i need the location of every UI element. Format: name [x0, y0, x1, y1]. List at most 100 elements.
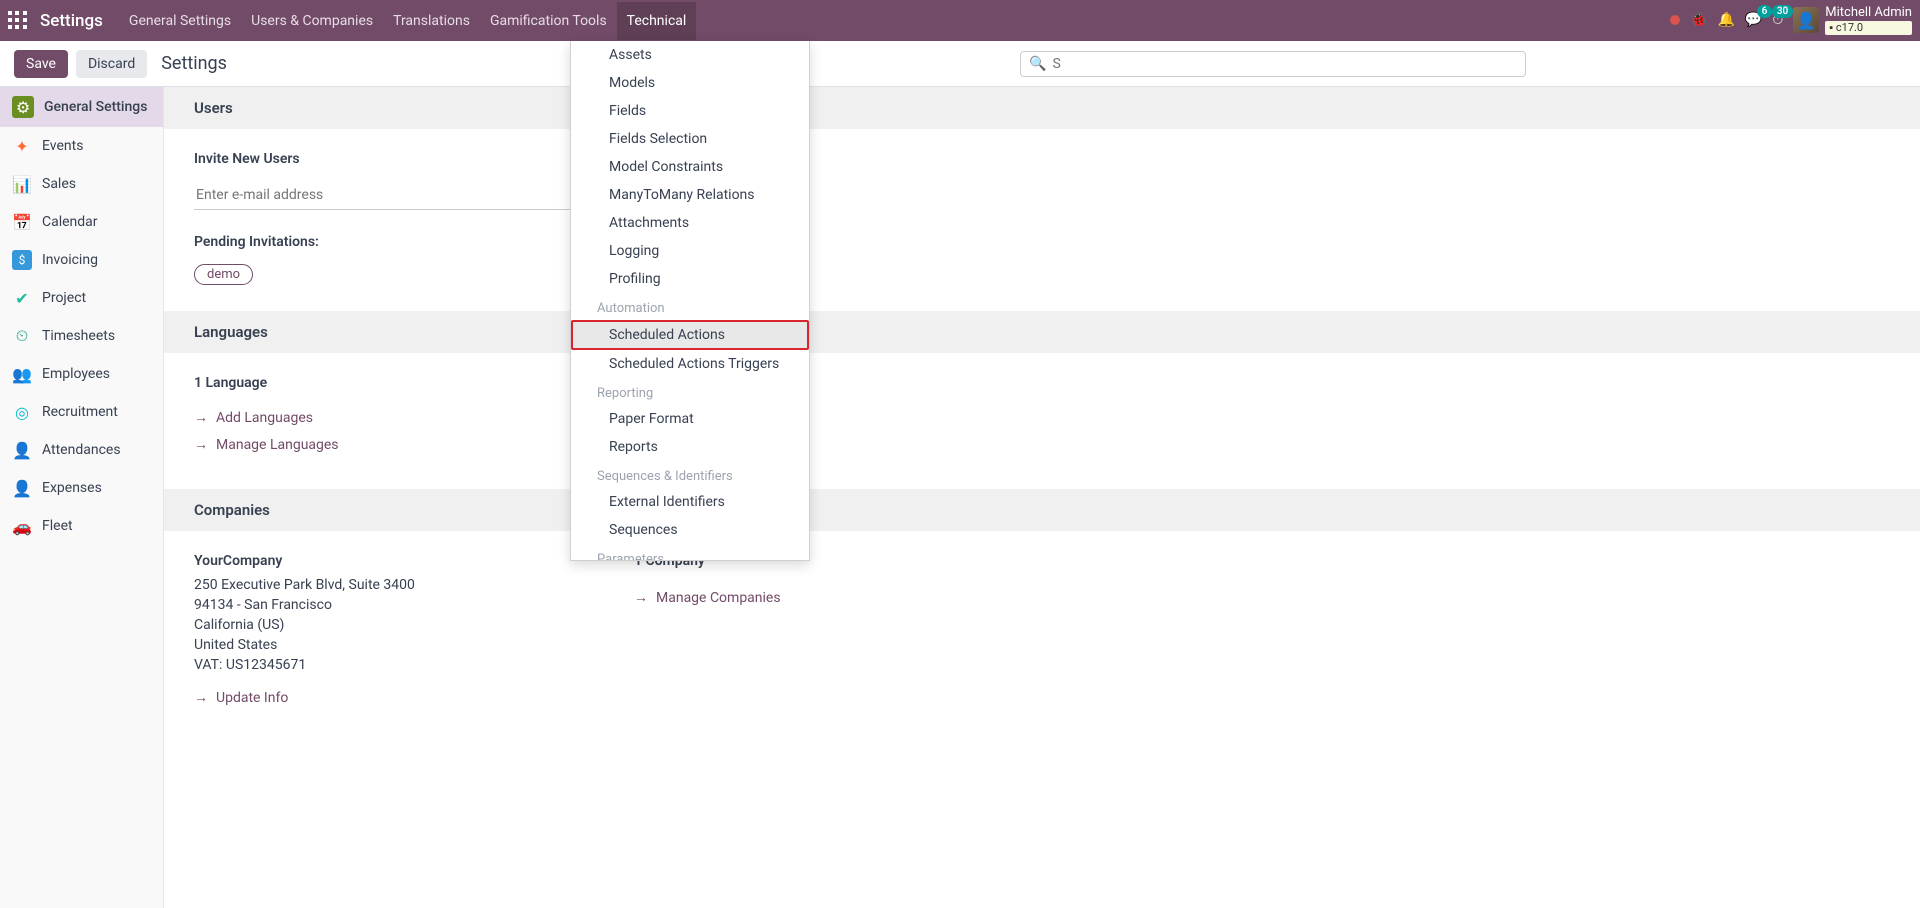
project-icon: ✔ [12, 288, 32, 308]
breadcrumb: Settings [161, 53, 227, 74]
sidebar-item-label: Employees [42, 366, 110, 382]
section-header-companies: Companies [164, 489, 1920, 531]
bug-icon[interactable]: 🐞 [1690, 12, 1707, 28]
search-input[interactable] [1052, 56, 1517, 72]
menu-general-settings[interactable]: General Settings [119, 2, 241, 40]
timesheets-icon: ⏲ [12, 326, 32, 346]
technical-dropdown: Assets Models Fields Fields Selection Mo… [570, 41, 810, 561]
apps-icon[interactable] [8, 11, 28, 31]
dropdown-item-scheduled-actions[interactable]: Scheduled Actions [571, 320, 809, 350]
save-button[interactable]: Save [14, 50, 68, 78]
dropdown-item[interactable]: Model Constraints [571, 153, 809, 181]
events-icon: ✦ [12, 136, 32, 156]
menu-technical[interactable]: Technical [617, 2, 697, 40]
company-name: YourCompany [194, 553, 614, 569]
sidebar-item-invoicing[interactable]: $ Invoicing [0, 241, 163, 279]
dropdown-item[interactable]: Reports [571, 433, 809, 461]
arrow-right-icon: → [194, 409, 208, 426]
sidebar-item-label: Sales [42, 176, 76, 192]
add-languages-link[interactable]: → Add Languages [194, 409, 614, 426]
user-menu[interactable]: 👤 Mitchell Admin ▪ c17.0 [1793, 6, 1912, 34]
navbar-menu: General Settings Users & Companies Trans… [119, 2, 696, 40]
invoicing-icon: $ [12, 250, 32, 270]
arrow-right-icon: → [634, 589, 648, 606]
menu-translations[interactable]: Translations [383, 2, 480, 40]
dropdown-item[interactable]: Logging [571, 237, 809, 265]
invite-users-label: Invite New Users [194, 151, 614, 167]
language-count-label: 1 Language [194, 375, 614, 391]
messages-icon[interactable]: 💬6 [1745, 12, 1762, 28]
sidebar-item-label: Attendances [42, 442, 121, 458]
recording-indicator-icon [1670, 15, 1680, 25]
attendances-icon: 👤 [12, 440, 32, 460]
sidebar-item-label: General Settings [44, 99, 147, 115]
sidebar-item-label: Timesheets [42, 328, 115, 344]
sidebar-item-sales[interactable]: 📊 Sales [0, 165, 163, 203]
sidebar-item-events[interactable]: ✦ Events [0, 127, 163, 165]
dropdown-item[interactable]: ManyToMany Relations [571, 181, 809, 209]
navbar-right: 🐞 🔔 💬6 ⏱30 👤 Mitchell Admin ▪ c17.0 [1670, 6, 1912, 34]
gear-icon: ⚙ [12, 96, 34, 118]
dropdown-item[interactable]: Models [571, 69, 809, 97]
dropdown-item[interactable]: Sequences [571, 516, 809, 544]
company-vat: VAT: US12345671 [194, 657, 614, 673]
sidebar-item-label: Invoicing [42, 252, 98, 268]
expenses-icon: 👤 [12, 478, 32, 498]
app-title: Settings [40, 11, 103, 31]
dropdown-item[interactable]: Profiling [571, 265, 809, 293]
employees-icon: 👥 [12, 364, 32, 384]
dropdown-item[interactable]: External Identifiers [571, 488, 809, 516]
link-label: Manage Languages [216, 437, 339, 453]
manage-companies-link[interactable]: → Manage Companies [634, 589, 1890, 606]
link-label: Manage Companies [656, 590, 781, 606]
sidebar-item-recruitment[interactable]: ◎Recruitment [0, 393, 163, 431]
sidebar-item-label: Expenses [42, 480, 102, 496]
user-name: Mitchell Admin [1825, 6, 1912, 20]
sidebar: ⚙ General Settings ✦ Events 📊 Sales 📅 Calend… [0, 87, 164, 908]
sidebar-item-label: Recruitment [42, 404, 118, 420]
sidebar-item-label: Events [42, 138, 83, 154]
bell-icon[interactable]: 🔔 [1717, 12, 1734, 28]
sidebar-item-label: Project [42, 290, 86, 306]
arrow-right-icon: → [194, 689, 208, 706]
search-box[interactable]: 🔍 [1020, 51, 1526, 77]
discard-button[interactable]: Discard [76, 50, 147, 78]
invite-email-input[interactable] [194, 181, 592, 210]
sales-icon: 📊 [12, 174, 32, 194]
timer-icon[interactable]: ⏱30 [1772, 12, 1783, 28]
timer-badge: 30 [1772, 5, 1793, 18]
menu-gamification-tools[interactable]: Gamification Tools [480, 2, 617, 40]
pending-invitation-tag[interactable]: demo [194, 264, 253, 285]
sidebar-item-label: Fleet [42, 518, 73, 534]
link-label: Add Languages [216, 410, 313, 426]
menu-users-companies[interactable]: Users & Companies [241, 2, 383, 40]
dropdown-section-label: Sequences & Identifiers [571, 461, 809, 488]
dropdown-item[interactable]: Fields [571, 97, 809, 125]
calendar-icon: 📅 [12, 212, 32, 232]
company-address-line: 94134 - San Francisco [194, 597, 614, 613]
company-count-label: 1 Company [634, 553, 1890, 569]
sidebar-item-project[interactable]: ✔ Project [0, 279, 163, 317]
dropdown-item[interactable]: Attachments [571, 209, 809, 237]
sidebar-item-timesheets[interactable]: ⏲ Timesheets [0, 317, 163, 355]
sidebar-item-fleet[interactable]: 🚗 Fleet [0, 507, 163, 545]
dropdown-item[interactable]: Fields Selection [571, 125, 809, 153]
dropdown-item[interactable]: Assets [571, 41, 809, 69]
avatar: 👤 [1793, 7, 1819, 33]
dropdown-item[interactable]: Scheduled Actions Triggers [571, 350, 809, 378]
company-address-line: California (US) [194, 617, 614, 633]
content: Users Invite New Users Pending Invitatio… [164, 87, 1920, 908]
search-icon: 🔍 [1029, 56, 1046, 72]
sidebar-item-expenses[interactable]: 👤 Expenses [0, 469, 163, 507]
sidebar-item-calendar[interactable]: 📅 Calendar [0, 203, 163, 241]
manage-languages-link[interactable]: →Manage Languages [194, 436, 614, 453]
dropdown-item[interactable]: Paper Format [571, 405, 809, 433]
sidebar-item-general-settings[interactable]: ⚙ General Settings [0, 87, 163, 127]
section-header-languages: Languages [164, 311, 1920, 353]
sidebar-item-label: Calendar [42, 214, 98, 230]
sidebar-item-attendances[interactable]: 👤 Attendances [0, 431, 163, 469]
fleet-icon: 🚗 [12, 516, 32, 536]
update-info-link[interactable]: →Update Info [194, 689, 614, 706]
sidebar-item-employees[interactable]: 👥 Employees [0, 355, 163, 393]
control-bar: Save Discard Settings 🔍 [0, 41, 1920, 87]
